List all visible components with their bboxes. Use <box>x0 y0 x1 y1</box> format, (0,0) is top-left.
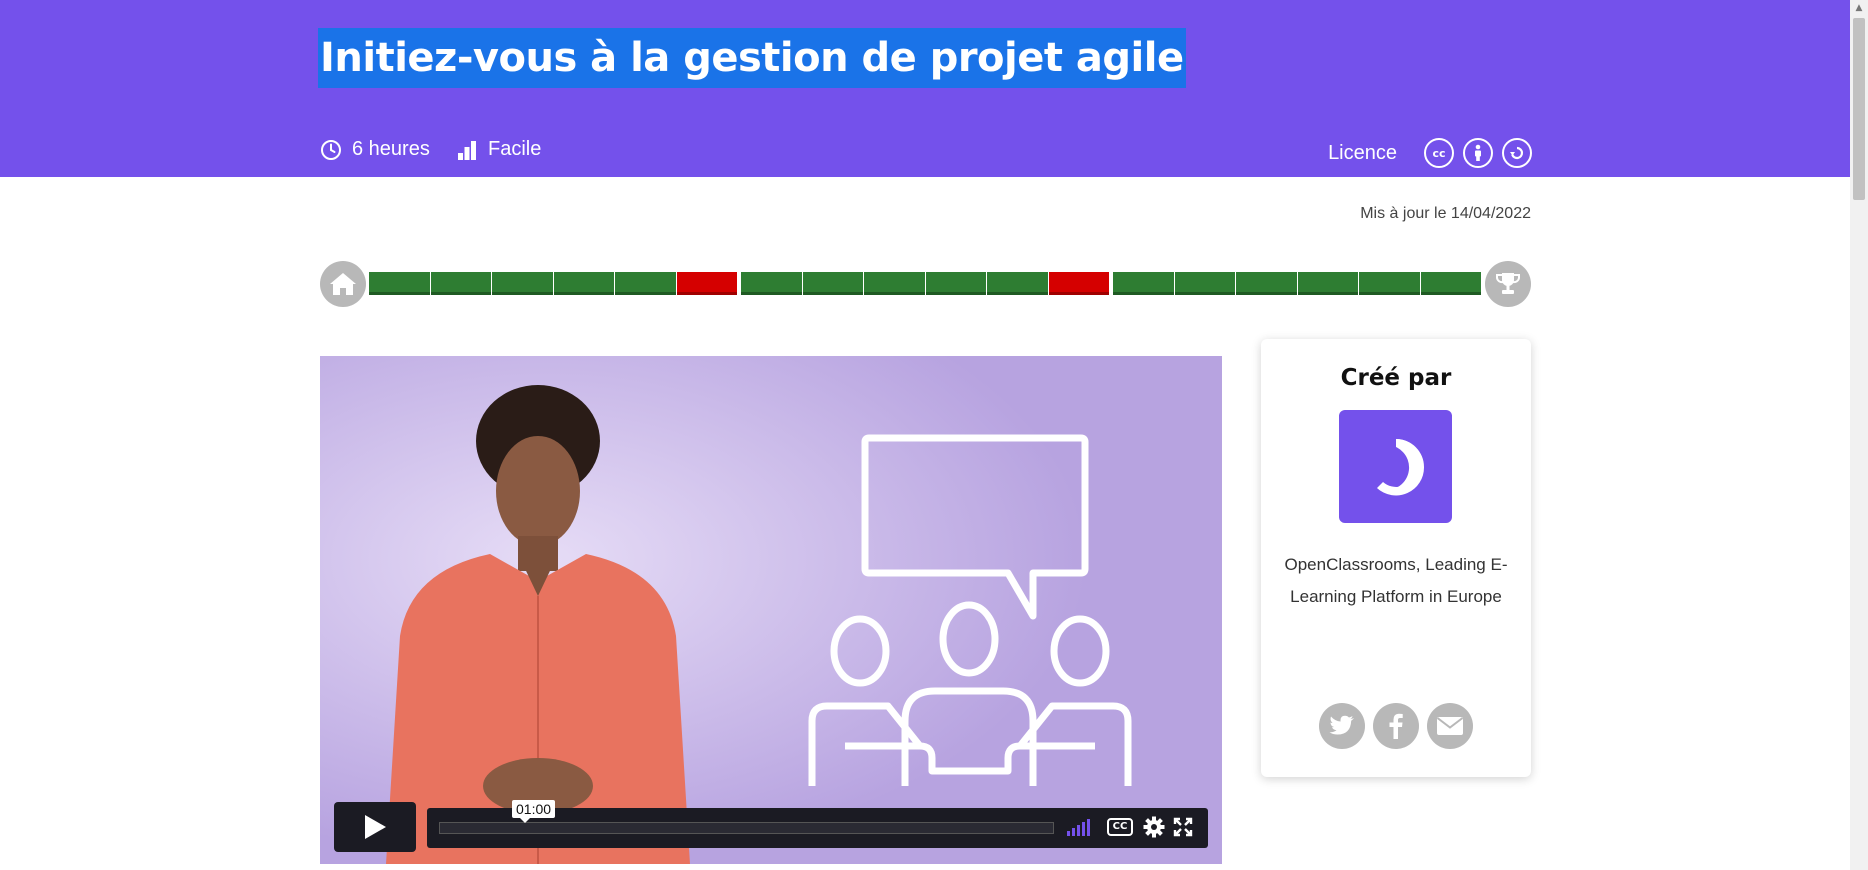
trophy-icon[interactable] <box>1485 261 1531 307</box>
last-updated: Mis à jour le 14/04/2022 <box>1360 205 1531 222</box>
control-bar: 01:00 CC <box>427 800 1208 848</box>
seek-bar[interactable] <box>439 822 1054 834</box>
course-duration: 6 heures <box>320 138 430 161</box>
cc-icon-text: cc <box>1432 146 1446 160</box>
progress-segment-completed[interactable] <box>1297 272 1358 295</box>
facebook-icon[interactable] <box>1373 703 1419 749</box>
progress-segment-completed[interactable] <box>553 272 614 295</box>
progress-segment-completed[interactable] <box>741 272 802 295</box>
captions-button[interactable]: CC <box>1107 818 1133 836</box>
course-title: Initiez-vous à la gestion de projet agil… <box>318 28 1186 88</box>
home-icon[interactable] <box>320 261 366 307</box>
level-text: Facile <box>488 138 542 160</box>
clock-icon <box>321 139 341 160</box>
time-tooltip: 01:00 <box>512 800 556 823</box>
progress-segment-completed[interactable] <box>1359 272 1420 295</box>
progress-segment-completed[interactable] <box>1174 272 1235 295</box>
progress-segment-completed[interactable] <box>987 272 1048 295</box>
duration-text: 6 heures <box>352 138 430 160</box>
licence-label: Licence <box>1328 141 1397 164</box>
video-frame-illustration <box>320 356 1222 864</box>
openclassrooms-logo[interactable] <box>1339 410 1452 523</box>
difficulty-bars-icon <box>458 140 476 160</box>
page: Initiez-vous à la gestion de projet agil… <box>0 0 1868 870</box>
attribution-icon[interactable] <box>1463 138 1493 168</box>
progress-segment-failed[interactable] <box>676 272 737 295</box>
course-level: Facile <box>456 138 541 161</box>
scrollbar-thumb[interactable] <box>1853 18 1865 200</box>
share-alike-icon[interactable] <box>1502 138 1532 168</box>
play-icon <box>365 815 386 839</box>
course-progress <box>320 261 1531 307</box>
cc-icon[interactable]: cc <box>1424 138 1454 168</box>
progress-segment-completed[interactable] <box>864 272 925 295</box>
progress-segment-completed[interactable] <box>430 272 491 295</box>
volume-bars-icon[interactable] <box>1067 818 1092 836</box>
video-player[interactable]: 01:00 CC <box>320 356 1222 864</box>
licence: Licence cc <box>1328 138 1532 168</box>
mail-icon[interactable] <box>1427 703 1473 749</box>
twitter-icon[interactable] <box>1319 703 1365 749</box>
video-controls: 01:00 CC <box>334 800 1208 852</box>
gear-icon[interactable] <box>1143 816 1165 838</box>
progress-segment-completed[interactable] <box>369 272 430 295</box>
progress-segment-completed[interactable] <box>615 272 676 295</box>
play-button[interactable] <box>334 802 416 852</box>
fullscreen-icon[interactable] <box>1173 817 1193 837</box>
share-buttons <box>1261 703 1531 749</box>
progress-segment-completed[interactable] <box>1420 272 1481 295</box>
author-name: OpenClassrooms, Leading E-Learning Platf… <box>1284 555 1508 606</box>
scrollbar[interactable]: ▲ <box>1850 0 1868 870</box>
progress-segment-completed[interactable] <box>1113 272 1174 295</box>
progress-segment-completed[interactable] <box>1236 272 1297 295</box>
progress-segment-completed[interactable] <box>925 272 986 295</box>
scroll-up-arrow-icon[interactable]: ▲ <box>1850 0 1868 16</box>
progress-track <box>369 272 1482 295</box>
course-header: Initiez-vous à la gestion de projet agil… <box>0 0 1850 177</box>
progress-segment-completed[interactable] <box>802 272 863 295</box>
progress-segment-completed[interactable] <box>492 272 553 295</box>
author-card-title: Créé par <box>1340 365 1452 391</box>
author-card: Créé par OpenClassrooms, Leading E-Learn… <box>1261 339 1531 777</box>
progress-segment-failed[interactable] <box>1048 272 1109 295</box>
